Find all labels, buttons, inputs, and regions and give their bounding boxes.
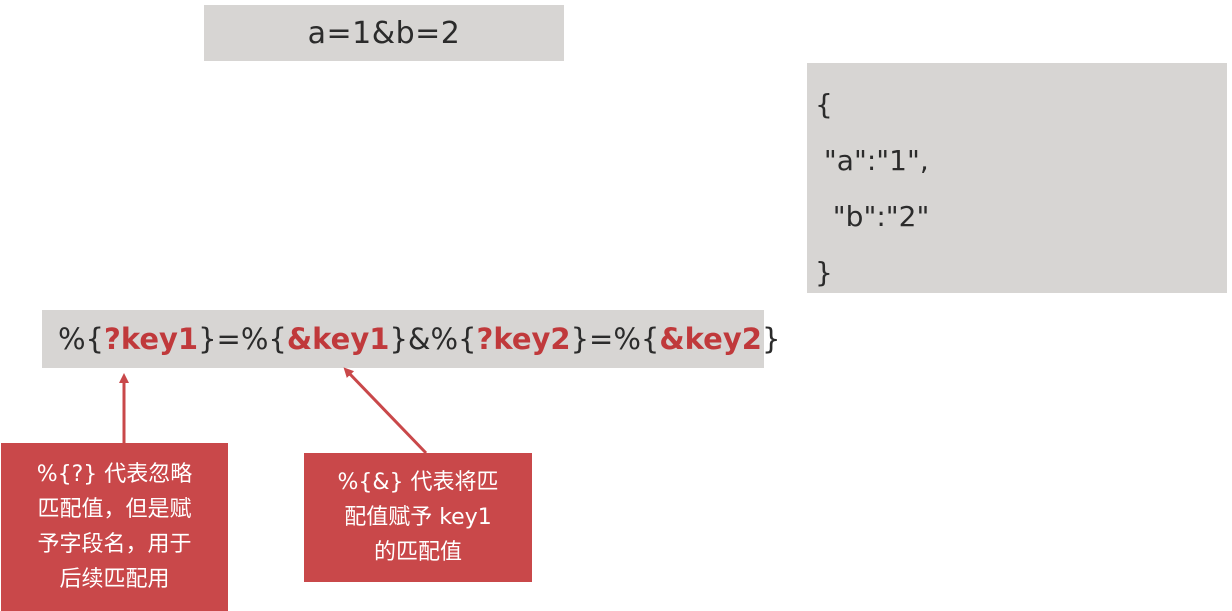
note-line: 配值赋予 key1 — [344, 505, 492, 530]
note-line: %{?} 代表忽略 — [36, 462, 193, 487]
json-line: } — [815, 256, 833, 289]
json-output-box: { "a":"1", "b":"2" } — [807, 63, 1227, 293]
pattern-text: }=%{ — [198, 322, 287, 356]
pattern-text: %{ — [58, 322, 105, 356]
note-line: 匹配值，但是赋 — [37, 497, 192, 522]
note-line: %{&} 代表将匹 — [337, 470, 499, 495]
json-line: "b":"2" — [815, 200, 930, 233]
note-line: 予字段名，用于 — [37, 532, 192, 557]
pattern-ref-key2: &key2 — [659, 322, 762, 356]
pattern-text: }=%{ — [570, 322, 660, 356]
skip-note: %{?} 代表忽略 匹配值，但是赋 予字段名，用于 后续匹配用 — [1, 443, 228, 611]
pattern-skip-key2: ?key2 — [476, 322, 571, 356]
reference-note: %{&} 代表将匹 配值赋予 key1 的匹配值 — [304, 453, 532, 582]
pattern-ref-key1: &key1 — [286, 322, 390, 356]
pattern-skip-key1: ?key1 — [104, 322, 199, 356]
query-string: a=1&b=2 — [307, 15, 461, 51]
pattern-text: } — [761, 322, 781, 356]
json-line: { — [815, 88, 833, 121]
query-string-box: a=1&b=2 — [204, 5, 564, 61]
note-line: 的匹配值 — [373, 540, 462, 565]
cursor-mark — [822, 405, 838, 475]
json-line: "a":"1", — [815, 144, 929, 177]
dissect-pattern-box: %{?key1}=%{&key1}&%{?key2}=%{&key2} — [42, 310, 780, 368]
arrow-ref — [343, 367, 428, 455]
pattern-text: }&%{ — [389, 322, 477, 356]
note-line: 后续匹配用 — [59, 567, 170, 592]
